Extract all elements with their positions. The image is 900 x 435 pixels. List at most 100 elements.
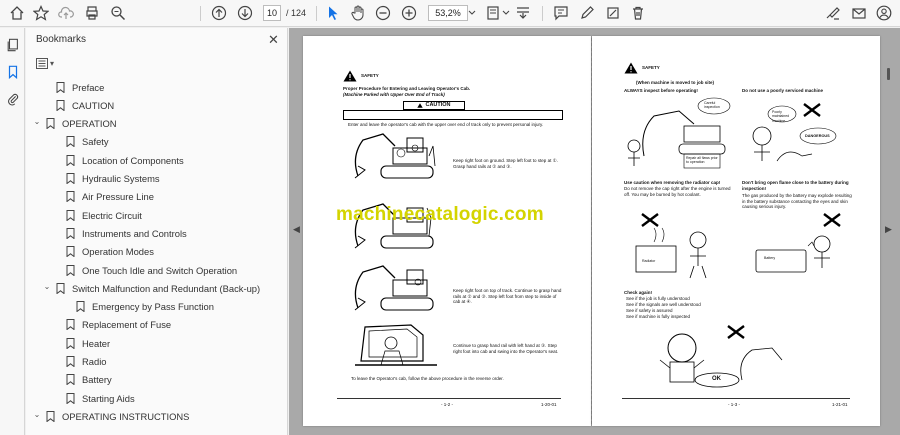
bookmark-label: Hydraulic Systems xyxy=(82,173,160,184)
bookmarks-panel: Bookmarks ✕ ▾ Preface CAUTION ⌄ OPERATION Sa… xyxy=(26,28,288,435)
bookmark-flag-icon xyxy=(76,301,85,313)
bookmark-item[interactable]: Location of Components xyxy=(52,151,184,169)
moved-heading: (When machine is moved to job site) xyxy=(636,80,715,85)
bookmark-label: Instruments and Controls xyxy=(82,227,187,239)
bookmarks-icon[interactable] xyxy=(4,63,21,80)
bookmark-item[interactable]: Instruments and Controls xyxy=(52,224,187,242)
pdf-page-right: SAFETY (When machine is moved to job sit… xyxy=(592,36,880,426)
bookmark-item[interactable]: Preface xyxy=(42,78,104,96)
bookmark-item[interactable]: Heater xyxy=(52,334,110,352)
bookmark-flag-icon xyxy=(56,81,65,93)
bookmark-label: One Touch Idle and Switch Operation xyxy=(82,264,238,276)
delete-icon[interactable] xyxy=(629,4,647,22)
poorly-maintained-caption: Poorly maintained machine xyxy=(772,110,790,123)
battery-label: Battery xyxy=(764,256,776,260)
document-viewport: ◀ ▶ SAFETY Proper Procedure for Entering… xyxy=(289,28,900,435)
print-icon[interactable] xyxy=(83,4,101,22)
bookmark-item[interactable]: Replacement of Fuse xyxy=(52,316,171,334)
zoom-level-field[interactable]: 53,2% xyxy=(428,5,468,21)
page-number-input[interactable]: 10 xyxy=(263,5,281,21)
highlight-icon[interactable] xyxy=(604,4,622,22)
bookmark-item[interactable]: Battery xyxy=(52,371,112,389)
check-item-1: See if the job is fully understood xyxy=(626,296,690,301)
panel-title: Bookmarks xyxy=(36,34,87,45)
select-cursor-icon[interactable] xyxy=(324,4,342,22)
battery-illustration xyxy=(755,213,841,273)
scroll-mode-icon[interactable] xyxy=(514,4,532,22)
bookmark-item[interactable]: One Touch Idle and Switch Operation xyxy=(52,261,237,279)
chevron-down-icon[interactable]: ⌄ xyxy=(32,117,42,126)
procedure-subheading: (Machine Parked with Upper Over End of T… xyxy=(343,92,445,97)
zoom-in-icon[interactable] xyxy=(400,4,418,22)
document-scrollbar[interactable] xyxy=(887,68,890,80)
check-again-heading: Check again! xyxy=(624,290,653,295)
account-icon[interactable] xyxy=(875,4,893,22)
zoom-out-icon[interactable] xyxy=(374,4,392,22)
careful-inspection-caption: Careful inspection xyxy=(704,101,720,110)
bookmark-flag-icon xyxy=(66,319,75,331)
watermark-text: machinecatalogic.com xyxy=(336,204,544,225)
chevron-down-icon[interactable]: ⌄ xyxy=(32,410,42,419)
page-total: / 124 xyxy=(286,8,307,18)
bookmark-label: Emergency by Pass Function xyxy=(92,301,214,313)
email-icon[interactable] xyxy=(850,4,868,22)
bookmark-item[interactable]: Starting Aids xyxy=(52,389,135,407)
right-page-number: - 1-3 - xyxy=(728,402,741,407)
close-panel-icon[interactable]: ✕ xyxy=(268,32,279,48)
footer-rule xyxy=(622,398,850,399)
bookmark-label: Radio xyxy=(82,356,107,367)
sign-icon[interactable] xyxy=(824,4,842,22)
bookmark-item[interactable]: Safety xyxy=(52,133,109,151)
bookmark-item[interactable]: CAUTION xyxy=(42,96,114,114)
bookmark-item[interactable]: Electric Circuit xyxy=(52,206,142,224)
radiator-heading: Use caution when removing the radiator c… xyxy=(624,180,721,185)
attachments-icon[interactable] xyxy=(4,90,21,107)
bookmark-flag-icon xyxy=(56,282,65,294)
cab-entry-illustration xyxy=(355,324,437,366)
bookmark-item[interactable]: Emergency by Pass Function xyxy=(62,298,214,316)
comment-icon[interactable] xyxy=(552,4,570,22)
bookmark-flag-icon xyxy=(66,154,75,166)
fit-page-icon[interactable] xyxy=(484,4,502,22)
bookmark-flag-icon xyxy=(66,191,75,203)
bookmark-item[interactable]: Radio xyxy=(52,353,107,371)
collapse-right-icon[interactable]: ▶ xyxy=(885,224,892,235)
warning-triangle-icon xyxy=(343,70,357,82)
check-item-4: See if machine is fully inspected xyxy=(626,314,691,319)
step1-text: Keep right foot on ground. Step left foo… xyxy=(453,158,558,169)
always-inspect-text: ALWAYS inspect before operating! xyxy=(624,88,698,93)
pen-icon[interactable] xyxy=(578,4,596,22)
hand-tool-icon[interactable] xyxy=(349,4,367,22)
collapse-left-icon[interactable]: ◀ xyxy=(293,224,300,235)
home-icon[interactable] xyxy=(8,4,26,22)
excavator-illustration-1 xyxy=(354,133,436,179)
bookmark-item[interactable]: ⌄ Switch Malfunction and Redundant (Back-… xyxy=(42,279,260,297)
fit-dropdown-icon[interactable] xyxy=(502,4,510,22)
bookmark-flag-icon xyxy=(56,99,65,111)
repair-caption: Repair all flaws prior to operation xyxy=(686,156,718,165)
bookmark-label: Preface xyxy=(72,81,105,93)
chevron-down-icon[interactable]: ⌄ xyxy=(42,282,52,291)
page-up-icon[interactable] xyxy=(210,4,228,22)
bookmark-item[interactable]: Operation Modes xyxy=(52,243,154,261)
bookmark-label: Electric Circuit xyxy=(82,209,142,221)
bookmark-item[interactable]: ⌄ OPERATION xyxy=(32,115,117,133)
list-options-icon xyxy=(36,57,48,69)
battery-heading: Don't bring open flame close to the batt… xyxy=(742,180,849,191)
zoom-search-icon[interactable] xyxy=(109,4,127,22)
upload-cloud-icon[interactable] xyxy=(57,4,75,22)
star-icon[interactable] xyxy=(32,4,50,22)
safety-heading: SAFETY xyxy=(361,73,379,78)
bookmark-flag-icon xyxy=(66,374,75,386)
bookmark-options-button[interactable]: ▾ xyxy=(36,56,58,70)
page-thumbnails-icon[interactable] xyxy=(4,36,21,53)
check-item-3: See if safety is assured xyxy=(626,308,673,313)
bookmark-label: Heater xyxy=(82,337,111,349)
page-down-icon[interactable] xyxy=(236,4,254,22)
bookmark-item[interactable]: ⌄ OPERATING INSTRUCTIONS xyxy=(32,407,189,425)
bookmark-flag-icon xyxy=(66,392,75,404)
zoom-dropdown-icon[interactable] xyxy=(468,4,476,22)
bookmark-item[interactable]: Air Pressure Line xyxy=(52,188,154,206)
bookmark-item[interactable]: Hydraulic Systems xyxy=(52,170,160,188)
bookmark-flag-icon xyxy=(46,410,55,422)
